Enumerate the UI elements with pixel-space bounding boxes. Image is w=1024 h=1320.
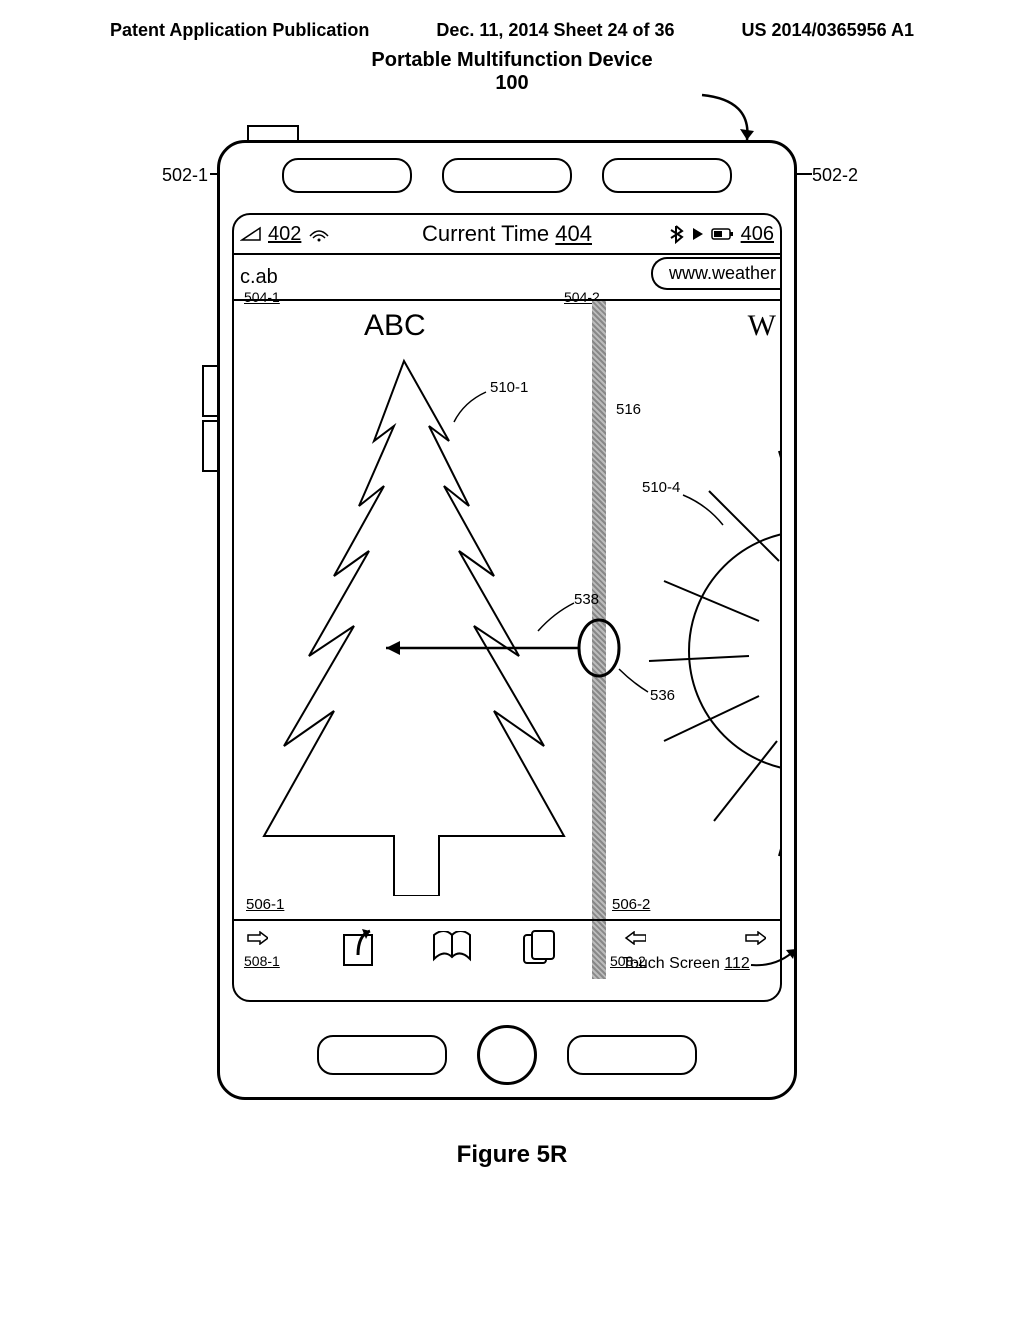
label-502-2: 502-2 bbox=[812, 165, 858, 186]
leader-538 bbox=[534, 599, 578, 635]
page-header: Patent Application Publication Dec. 11, … bbox=[0, 0, 1024, 41]
header-right: US 2014/0365956 A1 bbox=[742, 20, 914, 41]
divider-toolbar bbox=[592, 921, 606, 979]
label-536: 536 bbox=[650, 687, 675, 704]
sensor-pill-2 bbox=[442, 158, 572, 193]
url-right-pill: www.weather bbox=[651, 257, 780, 290]
device-title: Portable Multifunction Device bbox=[0, 49, 1024, 72]
sensor-pill-1 bbox=[282, 158, 412, 193]
leader-510-1 bbox=[452, 386, 492, 426]
leader-510-4 bbox=[679, 491, 729, 531]
status-bar: 402 Current Time 404 bbox=[234, 215, 780, 255]
toolbar-forward-1[interactable] bbox=[246, 931, 268, 945]
label-506-1: 506-1 bbox=[246, 896, 284, 913]
label-508-1: 508-1 bbox=[244, 953, 280, 969]
bookmarks-icon[interactable] bbox=[430, 931, 474, 965]
label-510-4: 510-4 bbox=[642, 479, 680, 496]
arrow-right-icon bbox=[246, 931, 268, 945]
label-538: 538 bbox=[574, 591, 599, 608]
arrow-right-icon bbox=[744, 931, 766, 945]
toolbar-back-2[interactable] bbox=[624, 931, 646, 945]
figure-wrap: 502-1 502-2 402 bbox=[132, 95, 892, 1135]
top-sensor-row bbox=[220, 158, 794, 193]
label-506-2: 506-2 bbox=[612, 896, 650, 913]
gesture-graphic bbox=[374, 613, 634, 683]
arrow-left-icon bbox=[624, 931, 646, 945]
label-502-1: 502-1 bbox=[162, 165, 208, 186]
share-icon[interactable] bbox=[338, 927, 378, 969]
header-left: Patent Application Publication bbox=[110, 20, 369, 41]
url-bar[interactable]: c.ab www.weather 504-1 504-2 bbox=[234, 255, 780, 301]
toolbar-forward-2[interactable] bbox=[744, 931, 766, 945]
touch-screen[interactable]: 402 Current Time 404 bbox=[232, 213, 782, 1002]
label-516: 516 bbox=[616, 401, 641, 418]
leader-536 bbox=[616, 666, 652, 696]
bottom-row bbox=[220, 1025, 794, 1085]
bottom-pill-right bbox=[567, 1035, 697, 1075]
leader-touch-screen bbox=[748, 945, 808, 975]
content-title-right: W bbox=[748, 309, 776, 343]
status-center: Current Time 404 bbox=[234, 221, 780, 247]
content-title-left: ABC bbox=[364, 309, 426, 343]
figure-caption: Figure 5R bbox=[0, 1141, 1024, 1169]
home-button[interactable] bbox=[477, 1025, 537, 1085]
header-center: Dec. 11, 2014 Sheet 24 of 36 bbox=[436, 20, 674, 41]
sensor-pill-3 bbox=[602, 158, 732, 193]
time-label: Current Time bbox=[422, 221, 549, 246]
tabs-icon[interactable] bbox=[522, 929, 556, 967]
content-area[interactable]: ABC W 510-1 bbox=[234, 301, 780, 921]
url-left: c.ab bbox=[234, 266, 278, 289]
label-touch-screen: Touch Screen 112 bbox=[622, 955, 750, 973]
bottom-pill-left bbox=[317, 1035, 447, 1075]
url-right-text: www.weather bbox=[669, 263, 776, 283]
time-ref: 404 bbox=[555, 221, 592, 246]
divider-516[interactable] bbox=[592, 301, 606, 919]
device-number: 100 bbox=[0, 72, 1024, 95]
label-510-1: 510-1 bbox=[490, 379, 528, 396]
